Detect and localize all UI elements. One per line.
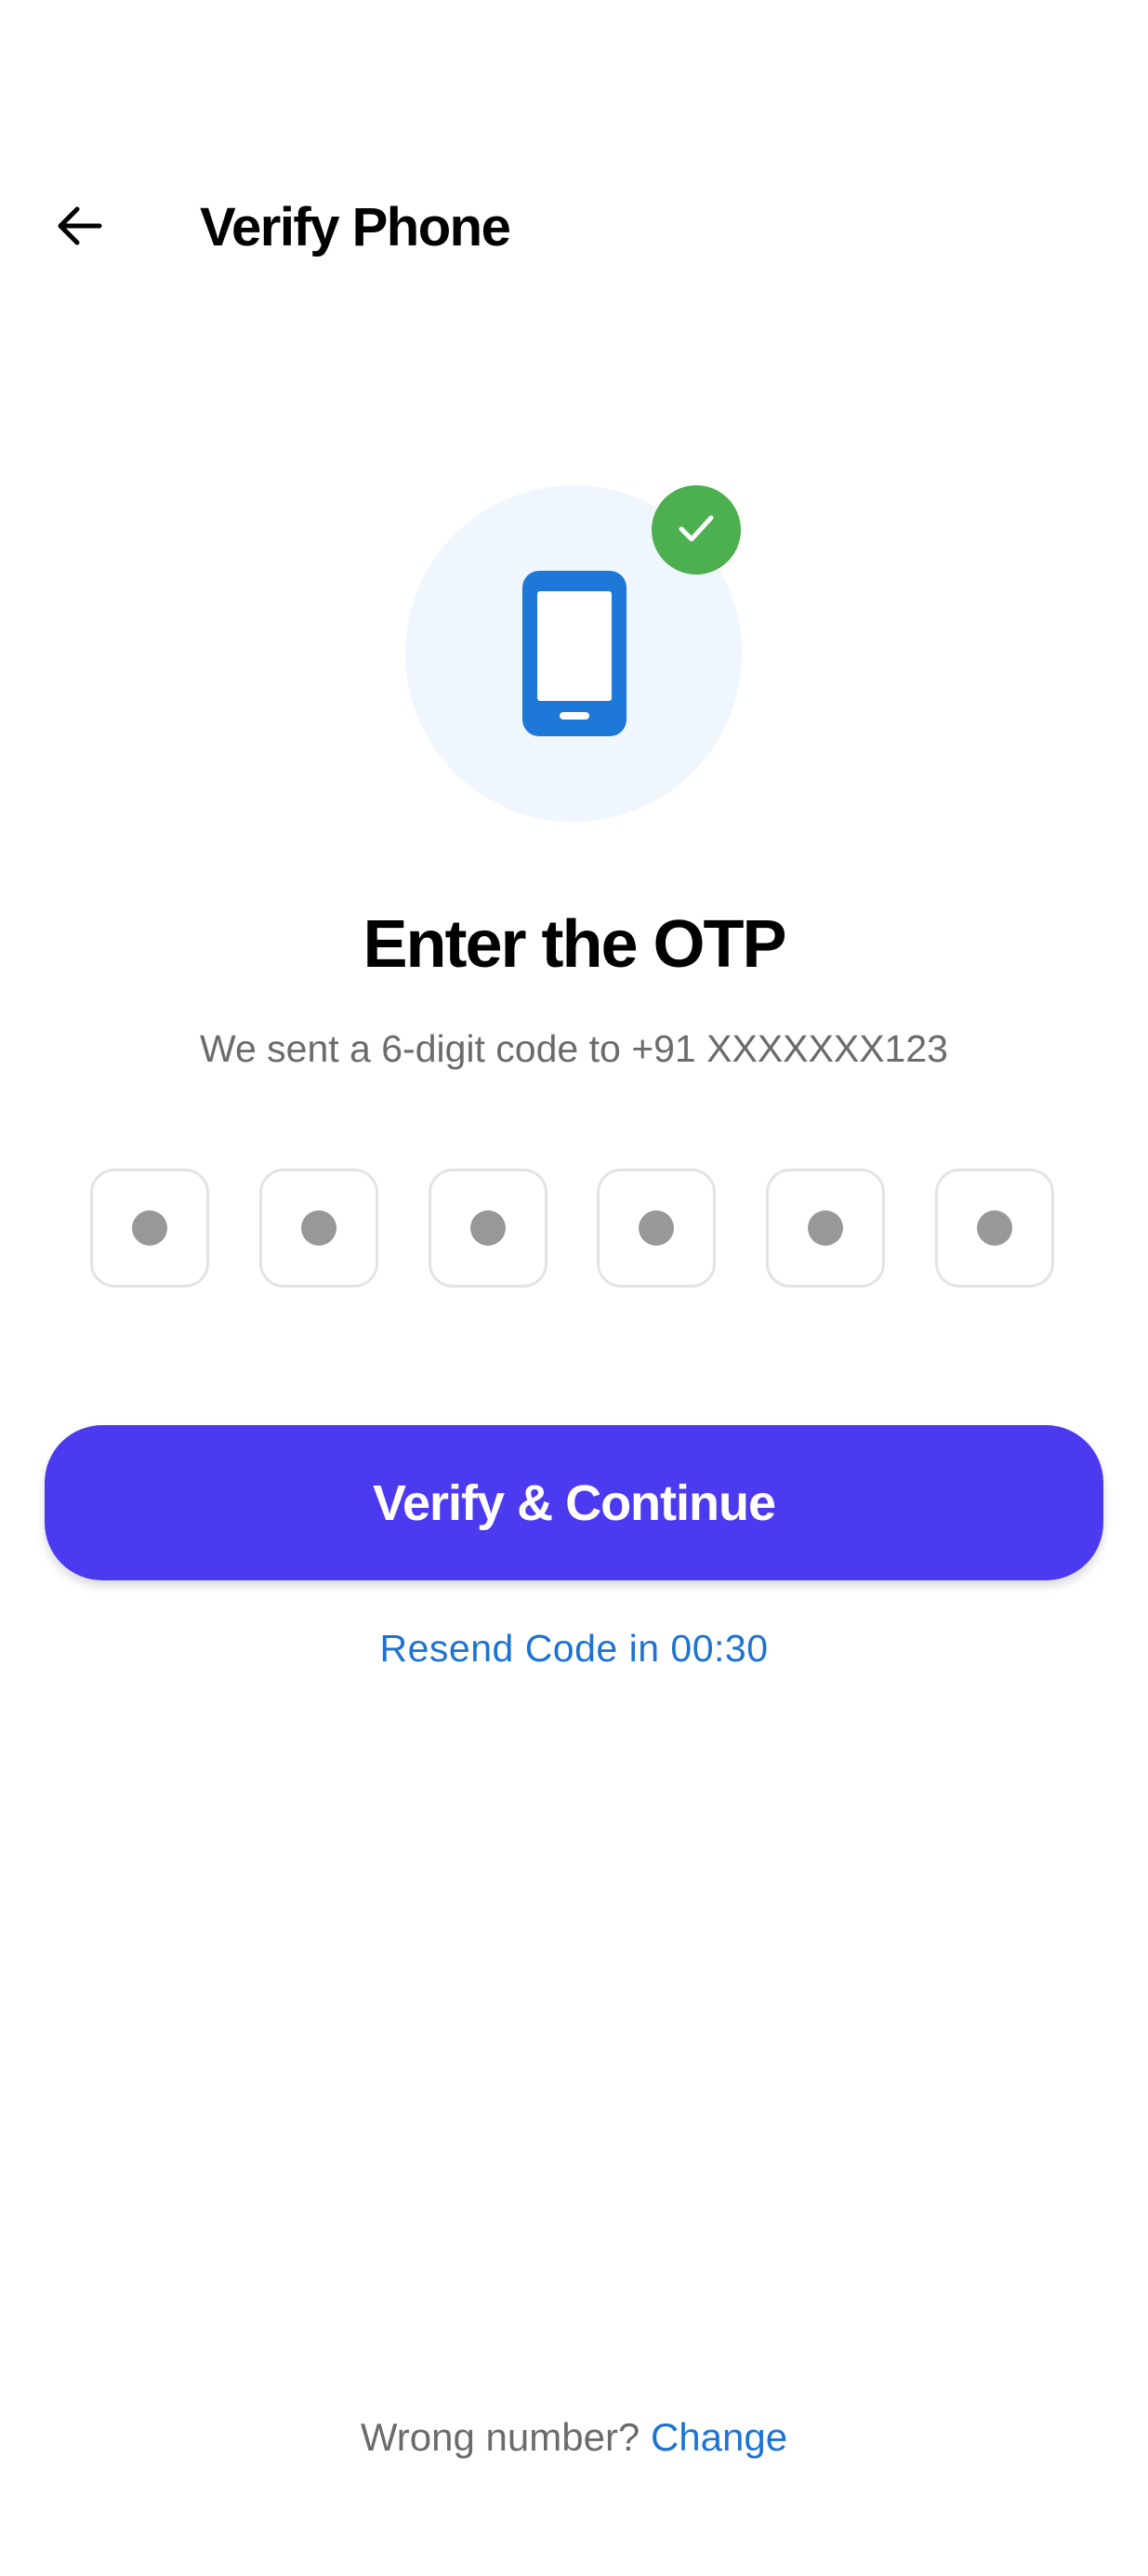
otp-placeholder-dot [132, 1210, 167, 1246]
page-title: Verify Phone [200, 197, 511, 258]
change-number-link[interactable]: Change [651, 2415, 787, 2459]
otp-digit-3[interactable] [429, 1169, 548, 1288]
otp-input-group [90, 1169, 1057, 1291]
verify-continue-button[interactable]: Verify & Continue [45, 1425, 1103, 1580]
otp-digit-6[interactable] [935, 1169, 1054, 1288]
otp-placeholder-dot [808, 1210, 843, 1246]
app-header: Verify Phone [0, 167, 1148, 288]
smartphone-icon [522, 571, 627, 741]
otp-placeholder-dot [977, 1210, 1012, 1246]
arrow-left-icon [53, 200, 105, 257]
otp-digit-1[interactable] [90, 1169, 209, 1288]
check-icon [676, 508, 717, 553]
resend-code-link[interactable]: Resend Code in 00:30 [0, 1627, 1148, 1671]
otp-digit-4[interactable] [597, 1169, 716, 1288]
otp-heading: Enter the OTP [363, 907, 786, 982]
otp-placeholder-dot [301, 1210, 336, 1246]
otp-instructions: We sent a 6-digit code to +91 XXXXXXX123 [200, 1027, 948, 1070]
verified-badge [652, 485, 741, 575]
otp-digit-5[interactable] [766, 1169, 885, 1288]
back-button[interactable] [37, 195, 121, 260]
otp-placeholder-dot [639, 1210, 674, 1246]
otp-digit-2[interactable] [259, 1169, 378, 1288]
wrong-number-prompt: Wrong number? [360, 2415, 640, 2459]
wrong-number-footer: Wrong number? Change [0, 2415, 1148, 2460]
otp-placeholder-dot [470, 1210, 506, 1246]
